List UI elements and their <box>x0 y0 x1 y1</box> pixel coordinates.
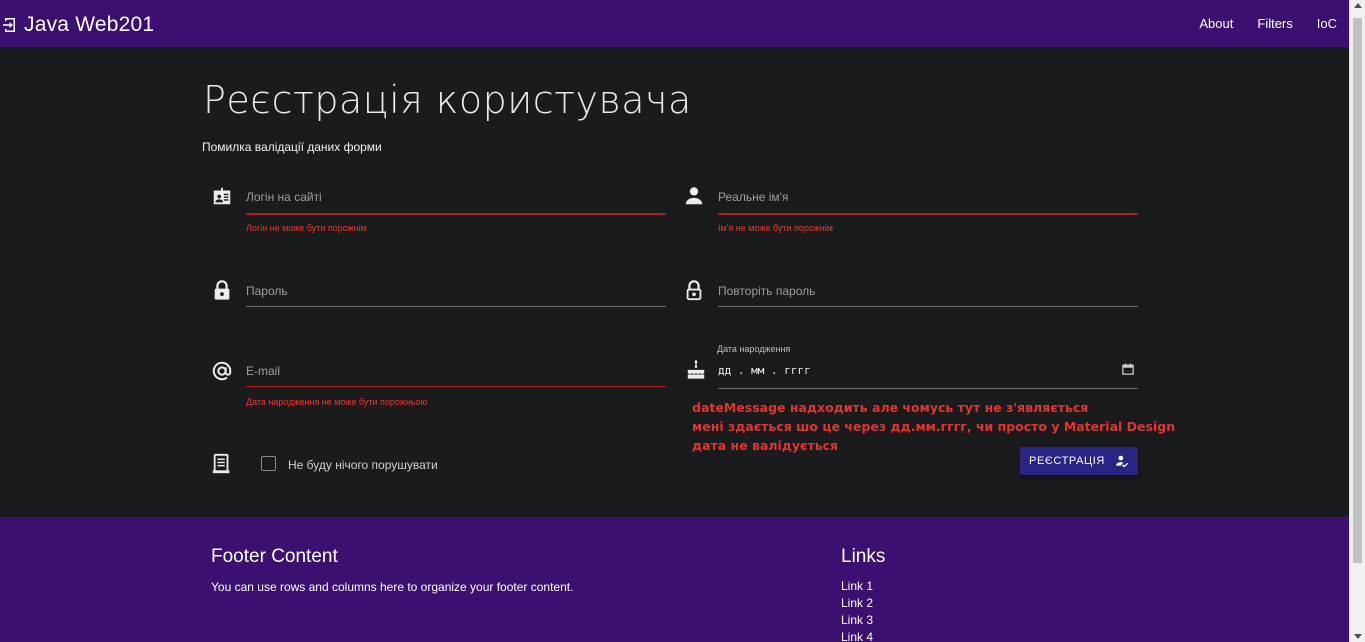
person-icon <box>685 187 703 205</box>
birthdate-value[interactable]: дд . мм . гггг <box>718 364 811 377</box>
email-underline <box>246 386 666 387</box>
password-underline <box>246 306 666 307</box>
email-placeholder: E-mail <box>246 364 281 378</box>
scroll-up-arrow-icon[interactable] <box>1354 3 1362 8</box>
login-icon <box>3 18 15 32</box>
agreement-label: Не буду нічого порушувати <box>288 458 438 472</box>
annotation-line-2: мені здається шо це через дд.мм.гггг, чи… <box>692 419 1176 434</box>
person-add-icon <box>1116 455 1129 468</box>
footer-link-2[interactable]: Link 2 <box>841 596 873 610</box>
top-navbar: Java Web201 About Filters IoC <box>0 0 1349 48</box>
birthdate-underline <box>718 388 1138 389</box>
nav-link-ioc[interactable]: IoC <box>1317 16 1337 31</box>
lock-outline-icon <box>686 280 702 301</box>
footer-links-list: Link 1 Link 2 Link 3 Link 4 <box>841 578 873 642</box>
register-button-label: РЕЄСТРАЦІЯ <box>1029 455 1105 467</box>
list-item: Link 2 <box>841 595 873 612</box>
footer-link-3[interactable]: Link 3 <box>841 613 873 627</box>
footer-text: You can use rows and columns here to org… <box>211 580 574 594</box>
cake-icon <box>687 359 705 379</box>
repeat-password-field[interactable]: Повторіть пароль <box>683 277 1138 312</box>
real-name-placeholder: Реальне ім'я <box>718 190 789 204</box>
register-button[interactable]: РЕЄСТРАЦІЯ <box>1020 447 1138 475</box>
lock-icon <box>214 280 230 300</box>
real-name-field[interactable]: Реальне ім'я Ім'я не може бути порожнім <box>683 183 1138 238</box>
brand-link[interactable]: Java Web201 <box>2 12 154 38</box>
footer-link-1[interactable]: Link 1 <box>841 579 873 593</box>
badge-icon <box>213 187 231 205</box>
annotation-line-1: dateMessage надходить але чомусь тут не … <box>692 400 1089 415</box>
birthdate-label: Дата народження <box>717 344 791 354</box>
footer-links-heading: Links <box>841 546 886 567</box>
real-name-underline <box>718 213 1138 215</box>
document-icon <box>212 453 230 474</box>
login-placeholder: Логін на сайті <box>246 190 322 204</box>
list-item: Link 4 <box>841 629 873 642</box>
page-footer: Footer Content You can use rows and colu… <box>0 517 1349 642</box>
list-item: Link 1 <box>841 578 873 595</box>
repeat-password-underline <box>718 306 1138 307</box>
nav-link-about[interactable]: About <box>1199 16 1233 31</box>
at-sign-icon <box>212 361 232 381</box>
nav-link-filters[interactable]: Filters <box>1257 16 1292 31</box>
calendar-icon[interactable] <box>1122 363 1134 375</box>
real-name-error: Ім'я не може бути порожнім <box>718 223 833 233</box>
birthdate-field[interactable]: Дата народження дд . мм . гггг <box>685 342 1138 392</box>
email-error: Дата народження не може бути порожньою <box>246 397 428 407</box>
password-field[interactable]: Пароль <box>211 277 666 312</box>
agreement-checkbox[interactable] <box>261 456 276 471</box>
form-validation-error: Помилка валідації даних форми <box>202 140 382 154</box>
page-title: Реєстрація користувача <box>203 78 692 122</box>
login-field[interactable]: Логін на сайті Логін не може бути порожн… <box>211 183 666 238</box>
password-placeholder: Пароль <box>246 284 288 298</box>
scroll-thumb[interactable] <box>1353 18 1362 563</box>
scroll-down-arrow-icon[interactable] <box>1354 634 1362 639</box>
login-error: Логін не може бути порожнім <box>246 223 367 233</box>
vertical-scrollbar[interactable] <box>1349 0 1365 642</box>
footer-heading: Footer Content <box>211 546 338 567</box>
nav-links: About Filters IoC <box>1175 16 1337 31</box>
brand-title: Java Web201 <box>24 13 155 36</box>
footer-link-4[interactable]: Link 4 <box>841 630 873 642</box>
email-field[interactable]: E-mail Дата народження не може бути поро… <box>211 357 666 412</box>
list-item: Link 3 <box>841 612 873 629</box>
login-underline <box>246 213 666 215</box>
repeat-password-placeholder: Повторіть пароль <box>718 284 816 298</box>
